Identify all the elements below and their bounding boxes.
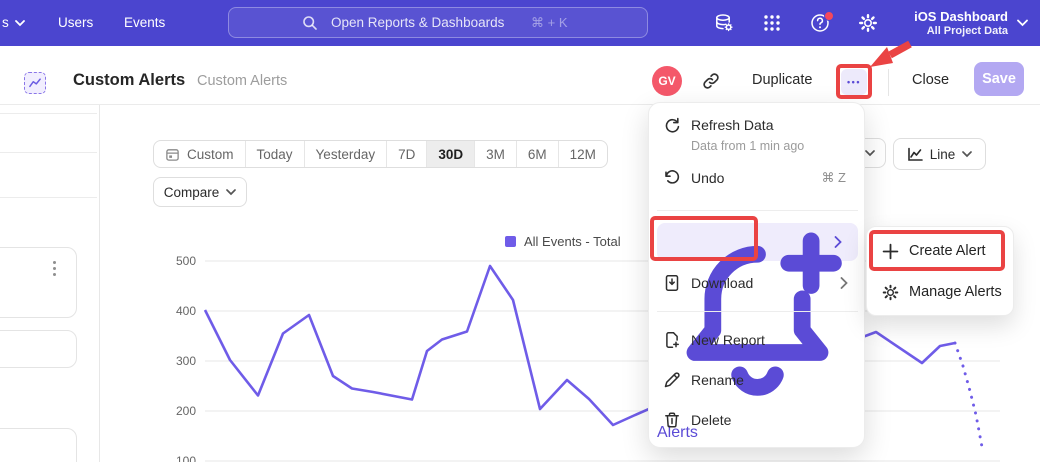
menu-item-new-report[interactable]: New Report bbox=[649, 326, 864, 354]
chevron-right-icon bbox=[834, 236, 842, 248]
kebab-menu-icon[interactable] bbox=[53, 261, 57, 276]
range-30d-selected[interactable]: 30D bbox=[427, 141, 475, 167]
more-options-menu: Refresh Data Data from 1 min ago Undo ⌘ … bbox=[648, 102, 865, 448]
nav-item-truncated[interactable]: s bbox=[2, 0, 25, 46]
search-shortcut: ⌘ + K bbox=[531, 8, 568, 37]
range-custom[interactable]: Custom bbox=[154, 141, 246, 167]
menu-divider bbox=[657, 311, 858, 312]
search-placeholder: Open Reports & Dashboards bbox=[331, 8, 504, 37]
menu-item-rename[interactable]: Rename bbox=[649, 366, 864, 394]
compare-button[interactable]: Compare bbox=[153, 177, 247, 207]
y-axis-tick: 400 bbox=[176, 304, 196, 318]
undo-icon bbox=[663, 169, 681, 187]
range-7d[interactable]: 7D bbox=[387, 141, 427, 167]
submenu-item-create-alert[interactable]: Create Alert bbox=[867, 237, 1013, 265]
menu-item-download[interactable]: Download bbox=[649, 269, 864, 297]
range-6m[interactable]: 6M bbox=[517, 141, 559, 167]
menu-item-delete[interactable]: Delete bbox=[649, 406, 864, 434]
range-12m[interactable]: 12M bbox=[559, 141, 607, 167]
range-today[interactable]: Today bbox=[246, 141, 305, 167]
report-type-icon bbox=[24, 72, 46, 94]
alerts-submenu: Create Alert Manage Alerts bbox=[866, 226, 1014, 316]
date-range-selector: Custom Today Yesterday 7D 30D 3M 6M 12M bbox=[153, 140, 608, 168]
download-file-icon bbox=[663, 274, 681, 292]
notification-dot bbox=[824, 11, 834, 21]
project-name: iOS Dashboard bbox=[914, 9, 1008, 25]
line-chart-icon bbox=[907, 147, 923, 162]
chevron-down-icon bbox=[15, 20, 25, 27]
y-axis-tick: 300 bbox=[176, 354, 196, 368]
page-title: Custom Alerts bbox=[73, 71, 185, 90]
sidebar-divider bbox=[99, 105, 100, 462]
pencil-icon bbox=[663, 371, 681, 389]
plus-icon bbox=[882, 243, 899, 260]
y-axis-tick: 100 bbox=[176, 454, 196, 462]
chevron-down-icon bbox=[962, 151, 972, 158]
apps-grid-icon[interactable] bbox=[762, 13, 782, 33]
search-icon bbox=[302, 15, 318, 31]
range-3m[interactable]: 3M bbox=[475, 141, 517, 167]
chart-legend: All Events - Total bbox=[505, 234, 621, 249]
query-card[interactable] bbox=[0, 247, 77, 318]
calendar-icon bbox=[165, 147, 180, 162]
avatar[interactable]: GV bbox=[652, 66, 682, 96]
y-axis-tick: 500 bbox=[176, 254, 196, 268]
chevron-right-icon bbox=[840, 277, 848, 289]
nav-item-users[interactable]: Users bbox=[58, 0, 93, 46]
settings-gear-icon[interactable] bbox=[858, 13, 878, 33]
undo-shortcut: ⌘ Z bbox=[821, 170, 846, 186]
gear-icon bbox=[882, 284, 899, 301]
submenu-item-manage-alerts[interactable]: Manage Alerts bbox=[867, 278, 1013, 306]
breadcrumb: Custom Alerts bbox=[197, 73, 287, 89]
project-scope: All Project Data bbox=[914, 25, 1008, 38]
data-management-icon[interactable] bbox=[714, 13, 734, 33]
top-nav: s Users Events Open Reports & Dashboards… bbox=[0, 0, 1040, 46]
project-switcher[interactable]: iOS Dashboard All Project Data bbox=[914, 0, 1028, 46]
help-icon[interactable] bbox=[810, 13, 832, 35]
nav-item-events[interactable]: Events bbox=[124, 0, 165, 46]
global-search-input[interactable]: Open Reports & Dashboards ⌘ + K bbox=[228, 7, 648, 38]
mini-line-chart-icon bbox=[28, 77, 42, 89]
series-projected-line bbox=[955, 343, 982, 447]
menu-item-refresh-data[interactable]: Refresh Data bbox=[649, 111, 864, 139]
header-divider bbox=[888, 69, 889, 96]
chevron-down-icon bbox=[1017, 19, 1028, 27]
chevron-down-icon bbox=[226, 189, 236, 196]
chevron-down-icon bbox=[865, 150, 875, 157]
copy-link-icon[interactable] bbox=[701, 71, 721, 91]
y-axis-tick: 200 bbox=[176, 404, 196, 418]
refresh-subtitle: Data from 1 min ago bbox=[691, 139, 804, 153]
range-yesterday[interactable]: Yesterday bbox=[305, 141, 388, 167]
sidebar-section-line bbox=[0, 113, 97, 114]
sidebar-section-line bbox=[0, 152, 97, 153]
query-card[interactable] bbox=[0, 428, 77, 462]
save-button[interactable]: Save bbox=[974, 62, 1024, 96]
menu-item-alerts[interactable]: Alerts bbox=[657, 223, 858, 261]
new-report-icon bbox=[663, 331, 681, 349]
menu-divider bbox=[657, 210, 858, 211]
app-window: 100 200 300 400 500 All Events - Total s Use… bbox=[0, 0, 1040, 462]
query-card[interactable] bbox=[0, 330, 77, 368]
legend-label: All Events - Total bbox=[524, 234, 621, 249]
legend-swatch bbox=[505, 236, 516, 247]
duplicate-button[interactable]: Duplicate bbox=[752, 72, 812, 88]
close-button[interactable]: Close bbox=[912, 72, 949, 88]
chart-type-button[interactable]: Line bbox=[893, 138, 986, 170]
refresh-icon bbox=[663, 116, 681, 134]
menu-item-undo[interactable]: Undo ⌘ Z bbox=[649, 164, 864, 192]
sidebar-section-line bbox=[0, 197, 97, 198]
trash-icon bbox=[663, 411, 681, 429]
more-options-button[interactable]: ••• bbox=[841, 69, 867, 95]
